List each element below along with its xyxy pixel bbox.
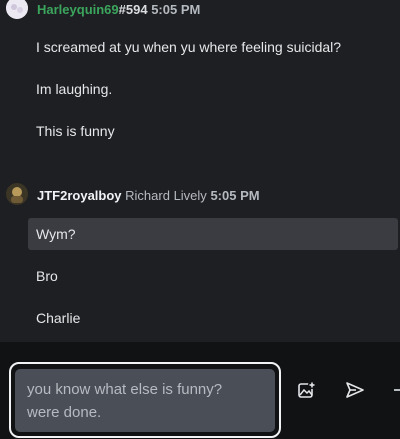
- message-composer[interactable]: you know what else is funny? were done.: [9, 362, 281, 438]
- real-name: Richard Lively: [125, 188, 207, 203]
- message-list: Harleyquin69#594 5:05 PM I screamed at y…: [0, 0, 400, 342]
- image-plus-icon[interactable]: [295, 378, 319, 402]
- send-icon[interactable]: [343, 378, 367, 402]
- chat-app: Harleyquin69#594 5:05 PM I screamed at y…: [0, 0, 400, 439]
- timestamp: 5:05 PM: [151, 2, 201, 17]
- timestamp: 5:05 PM: [210, 188, 260, 203]
- avatar[interactable]: [6, 183, 28, 205]
- message-header: JTF2royalboy Richard Lively 5:05 PM: [37, 188, 260, 203]
- message-line: Im laughing.: [36, 81, 113, 97]
- message-line[interactable]: Wym?: [28, 218, 398, 250]
- message-line: Charlie: [36, 310, 81, 326]
- message-group: JTF2royalboy Richard Lively 5:05 PM Wym?…: [0, 180, 400, 340]
- username[interactable]: Harleyquin69: [37, 2, 119, 17]
- message-line: Bro: [36, 268, 58, 284]
- message-input[interactable]: you know what else is funny? were done.: [15, 369, 275, 432]
- message-line: This is funny: [36, 123, 115, 139]
- avatar[interactable]: [6, 0, 28, 19]
- message-line: I screamed at yu when yu where feeling s…: [36, 39, 342, 55]
- overflow-indicator: [394, 389, 400, 391]
- message-group: Harleyquin69#594 5:05 PM I screamed at y…: [0, 0, 400, 150]
- user-tag: #594: [118, 2, 148, 17]
- username[interactable]: JTF2royalboy: [37, 188, 122, 203]
- message-header: Harleyquin69#594 5:05 PM: [37, 2, 200, 17]
